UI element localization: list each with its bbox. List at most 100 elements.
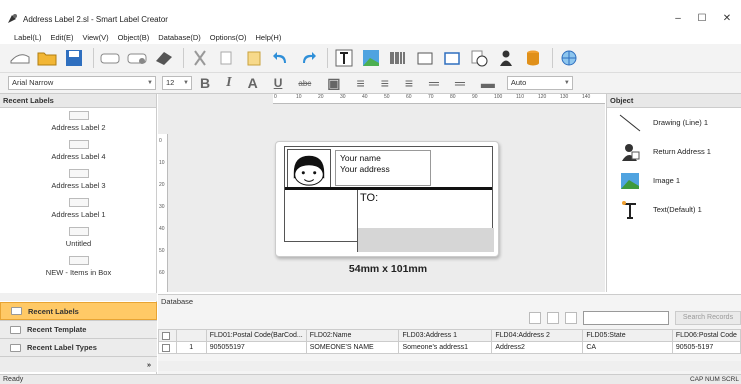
globe-icon [561, 50, 577, 66]
size-select[interactable]: 12 ▼ [162, 76, 192, 90]
list-item[interactable]: Address Label 3 [0, 166, 157, 195]
recipient-box[interactable]: TO: [357, 190, 494, 252]
menu-help[interactable]: Help(H) [255, 33, 281, 42]
insert-image-button[interactable] [359, 47, 383, 69]
underline-button[interactable]: U [274, 76, 283, 90]
nav-expand[interactable]: » [0, 356, 157, 372]
align-center-icon[interactable]: ≡ [381, 75, 389, 91]
list-item[interactable]: Address Label 4 [0, 137, 157, 166]
column-header[interactable]: FLD05:State [582, 329, 673, 342]
web-button[interactable] [557, 47, 581, 69]
frame-style-button[interactable]: ▣ [327, 75, 340, 92]
row-number: 1 [175, 341, 207, 354]
ruler-tick: 10 [159, 160, 165, 166]
return-address-box[interactable]: Your name Your address [335, 150, 431, 186]
object-item-line[interactable]: Drawing (Line) 1 [607, 108, 741, 137]
insert-text-button[interactable] [332, 47, 356, 69]
insert-database-button[interactable] [521, 47, 545, 69]
list-item[interactable]: Address Label 2 [0, 108, 157, 137]
horizontal-scrollbar[interactable] [158, 361, 741, 371]
valign-middle-icon[interactable]: ═ [455, 75, 465, 91]
nav-recent-labels[interactable]: Recent Labels [0, 302, 157, 320]
checkbox[interactable] [162, 331, 170, 340]
valign-bottom-icon[interactable]: ▬ [481, 75, 495, 91]
column-header[interactable]: FLD04:Address 2 [491, 329, 584, 342]
table-row[interactable]: 1 905055197 SOMEONE'S NAME Someone's add… [158, 341, 741, 354]
insert-address-button[interactable] [494, 47, 518, 69]
db-edit-button[interactable] [529, 312, 541, 324]
select-all-cell[interactable] [158, 329, 177, 342]
column-header[interactable]: FLD06:Postal Code [671, 329, 741, 342]
menu-edit[interactable]: Edit(E) [51, 33, 74, 42]
db-filter-button[interactable] [565, 312, 577, 324]
align-right-icon[interactable]: ≡ [405, 75, 413, 91]
nav-label: Recent Labels [28, 306, 79, 316]
column-header[interactable]: FLD02:Name [305, 329, 400, 342]
list-item[interactable]: NEW - Items in Box [0, 253, 157, 282]
search-records-button[interactable]: Search Records [675, 311, 741, 325]
cut-button[interactable] [188, 47, 212, 69]
label-thumbnail [68, 198, 89, 207]
database-tools: Search Records [529, 311, 741, 325]
pane-title: Object [607, 94, 741, 108]
print-button[interactable] [152, 47, 176, 69]
menu-label[interactable]: Label(L) [14, 33, 42, 42]
object-item-return-address[interactable]: Return Address 1 [607, 137, 741, 166]
table-cell[interactable]: CA [582, 341, 673, 354]
toolbar-separator [552, 48, 553, 68]
maximize-button[interactable]: ☐ [688, 8, 716, 30]
insert-shape-button[interactable] [440, 47, 464, 69]
redo-button[interactable] [296, 47, 320, 69]
font-color-button[interactable]: A [248, 75, 258, 91]
checkbox[interactable] [162, 343, 170, 352]
strikethrough-button[interactable]: abc [298, 79, 311, 88]
db-import-button[interactable] [547, 312, 559, 324]
column-header[interactable]: FLD03:Address 1 [398, 329, 493, 342]
insert-frame-button[interactable] [413, 47, 437, 69]
menu-database[interactable]: Database(D) [158, 33, 201, 42]
search-input[interactable] [583, 311, 669, 325]
bold-button[interactable]: B [200, 75, 210, 91]
title-bar: Address Label 2.sl - Smart Label Creator [0, 8, 741, 30]
label-preview[interactable]: Your name Your address TO: 54mm x 101mm [275, 141, 499, 275]
object-item-image[interactable]: Image 1 [607, 166, 741, 195]
spacing-select[interactable]: Auto ▼ [506, 76, 573, 90]
column-header[interactable]: FLD01:Postal Code(BarCod... [205, 329, 307, 342]
label-setup-button[interactable] [125, 47, 149, 69]
object-item-text[interactable]: Text(Default) 1 [607, 195, 741, 224]
new-label-button[interactable] [8, 47, 32, 69]
close-button[interactable]: ✕ [713, 8, 741, 30]
label-canvas[interactable]: 0 10 20 30 40 50 60 70 80 90 100 110 120… [158, 94, 605, 292]
menu-object[interactable]: Object(B) [118, 33, 150, 42]
list-item-label: Address Label 3 [51, 181, 106, 190]
ruler-tick: 40 [159, 226, 165, 232]
valign-top-icon[interactable]: ═ [429, 75, 439, 91]
table-cell[interactable]: 905055197 [205, 341, 307, 354]
row-checkbox-cell[interactable] [158, 341, 177, 354]
insert-barcode-button[interactable] [386, 47, 410, 69]
nav-recent-template[interactable]: Recent Template [0, 320, 157, 338]
nav-recent-label-types[interactable]: Recent Label Types [0, 338, 157, 356]
copy-button[interactable] [215, 47, 239, 69]
table-cell[interactable]: Someone's address1 [398, 341, 493, 354]
menu-view[interactable]: View(V) [82, 33, 108, 42]
chevron-down-icon: ▼ [563, 80, 570, 86]
align-left-icon[interactable]: ≡ [357, 75, 365, 91]
italic-button[interactable]: I [226, 75, 231, 91]
table-cell[interactable]: 90505-5197 [671, 341, 741, 354]
splitter[interactable] [0, 293, 157, 301]
open-button[interactable] [35, 47, 59, 69]
label-type-button[interactable] [98, 47, 122, 69]
recipient-field[interactable] [358, 228, 494, 252]
menu-options[interactable]: Options(O) [210, 33, 247, 42]
list-item[interactable]: Untitled [0, 224, 157, 253]
list-item[interactable]: Address Label 1 [0, 195, 157, 224]
table-cell[interactable]: Address2 [491, 341, 584, 354]
table-cell[interactable]: SOMEONE'S NAME [305, 341, 400, 354]
label-dimensions: 54mm x 101mm [348, 263, 428, 275]
undo-button[interactable] [269, 47, 293, 69]
save-button[interactable] [62, 47, 86, 69]
paste-button[interactable] [242, 47, 266, 69]
font-select[interactable]: Arial Narrow ▼ [8, 76, 156, 90]
insert-datetime-button[interactable] [467, 47, 491, 69]
